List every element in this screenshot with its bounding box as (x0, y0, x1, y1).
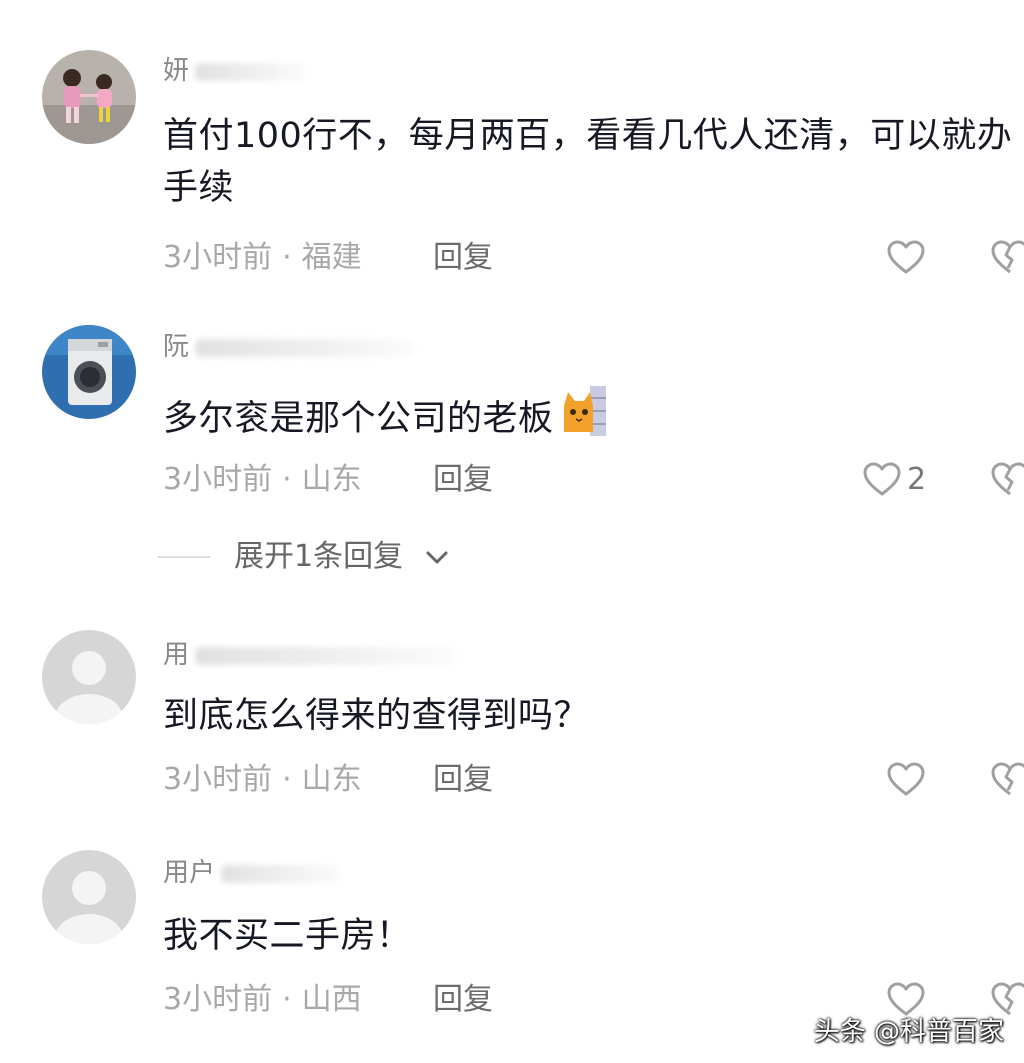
comment-location: 山东 (301, 762, 362, 797)
watermark: 头条 @科普百家 (813, 1017, 1004, 1047)
username[interactable]: 阮 (163, 332, 416, 362)
cat-peeking-emoji (560, 386, 606, 451)
like-button[interactable] (886, 760, 926, 800)
chevron-down-icon (426, 551, 448, 564)
username-text: 用 (163, 640, 190, 670)
comment-text: 多尔衮是那个公司的老板 (163, 386, 1013, 451)
username-text: 妍 (163, 56, 190, 86)
default-avatar-icon (42, 850, 136, 944)
dislike-button[interactable] (990, 760, 1024, 800)
broken-heart-icon (991, 982, 1024, 1016)
comment-text: 我不买二手房！ (163, 910, 1013, 962)
user-avatar[interactable] (42, 850, 136, 944)
broken-heart-icon (991, 462, 1024, 496)
dislike-button[interactable] (990, 460, 1024, 500)
comment-content: 到底怎么得来的查得到吗？ (163, 696, 590, 736)
comment-meta: 3小时前 · 山东 (163, 762, 362, 797)
user-avatar[interactable] (42, 50, 136, 144)
comment-content: 首付100行不，每月两百，看看几代人还清，可以就办手续 (163, 116, 1013, 208)
username-redaction (221, 864, 342, 883)
username-redaction (195, 646, 456, 665)
user-avatar[interactable] (42, 325, 136, 419)
like-button[interactable] (862, 460, 902, 500)
comment-time: 3小时前 (163, 982, 273, 1017)
reply-button[interactable]: 回复 (433, 760, 493, 800)
comment-meta: 3小时前 · 山西 (163, 982, 362, 1017)
comment-location: 山东 (301, 462, 362, 497)
heart-icon (887, 762, 925, 796)
username-redaction (195, 62, 306, 81)
comment-time: 3小时前 (163, 462, 273, 497)
comment-meta: 3小时前 · 福建 (163, 240, 362, 275)
reply-button[interactable]: 回复 (433, 980, 493, 1020)
comment-content: 我不买二手房！ (163, 916, 412, 956)
expand-divider (158, 556, 210, 558)
reply-button[interactable]: 回复 (433, 238, 493, 278)
expand-replies-label: 展开1条回复 (234, 539, 404, 574)
avatar-washing-machine-icon (42, 325, 136, 419)
username[interactable]: 用 (163, 640, 456, 670)
comment-content: 多尔衮是那个公司的老板 (163, 399, 554, 439)
comment-text: 到底怎么得来的查得到吗？ (163, 690, 1013, 742)
comment-meta: 3小时前 · 山东 (163, 462, 362, 497)
comment-location: 山西 (301, 982, 362, 1017)
user-avatar[interactable] (42, 630, 136, 724)
comment-time: 3小时前 (163, 762, 273, 797)
username-redaction (195, 338, 416, 357)
heart-icon (863, 462, 901, 496)
dislike-button[interactable] (990, 238, 1024, 278)
username-text: 用户 (163, 858, 216, 888)
like-count: 2 (907, 462, 927, 497)
comment-time: 3小时前 (163, 240, 273, 275)
username-text: 阮 (163, 332, 190, 362)
reply-button[interactable]: 回复 (433, 460, 493, 500)
comment-location: 福建 (301, 240, 362, 275)
heart-icon (887, 240, 925, 274)
username[interactable]: 用户 (163, 858, 342, 888)
like-button[interactable] (886, 238, 926, 278)
broken-heart-icon (991, 240, 1024, 274)
broken-heart-icon (991, 762, 1024, 796)
dislike-button[interactable] (990, 980, 1024, 1020)
default-avatar-icon (42, 630, 136, 724)
username[interactable]: 妍 (163, 56, 306, 86)
comment-text: 首付100行不，每月两百，看看几代人还清，可以就办手续 (163, 110, 1013, 214)
like-button[interactable] (886, 980, 926, 1020)
heart-icon (887, 982, 925, 1016)
avatar-two-girls-icon (42, 50, 136, 144)
